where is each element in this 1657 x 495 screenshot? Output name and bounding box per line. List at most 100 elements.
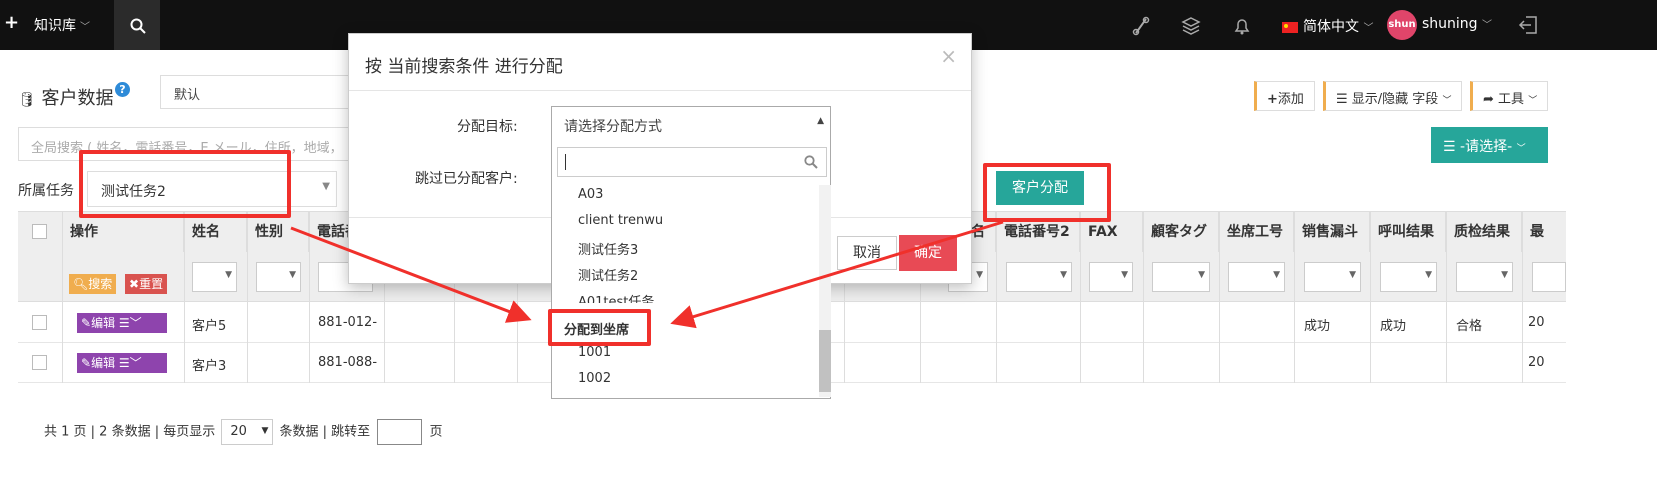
edit-label: 编辑 — [91, 356, 116, 370]
dropdown-options: A03 client trenwu 测试任务3 测试任务2 A01test任务 … — [552, 183, 818, 399]
view-selector[interactable]: 默认 — [160, 75, 360, 109]
dropdown-option[interactable]: A01test任务 — [578, 291, 654, 303]
filter-qc-result[interactable]: ▼ — [1456, 262, 1513, 292]
jump-to-page-input[interactable] — [377, 419, 423, 445]
add-label: 添加 — [1277, 92, 1304, 107]
col-header-sales-funnel[interactable]: 销售漏斗 — [1294, 212, 1370, 252]
grid-line — [309, 212, 310, 383]
col-header-qc-result[interactable]: 质检结果 — [1446, 212, 1522, 252]
cell-call-result: 成功 — [1380, 319, 1407, 334]
caret-down-icon: ▼ — [1198, 270, 1205, 280]
annotation-box-task — [79, 150, 291, 218]
plus-icon: + — [1267, 92, 1278, 107]
cell-phone: 881-088- — [318, 355, 378, 370]
col-header-customer-tag[interactable]: 顧客タグ — [1143, 212, 1219, 252]
cancel-button[interactable]: 取消 — [837, 236, 897, 270]
knowledge-base-menu[interactable]: 知识库 ﹀ — [34, 15, 90, 35]
filter-last[interactable] — [1532, 262, 1566, 292]
filter-search-button[interactable]: 🔍︎搜索 — [69, 274, 117, 294]
grid-line — [247, 212, 248, 383]
page-title-text: 客户数据 — [41, 88, 114, 109]
avatar[interactable]: shun — [1387, 10, 1417, 40]
filter-phone2[interactable]: ▼ — [1006, 262, 1072, 292]
col-header-agent-id[interactable]: 坐席工号 — [1219, 212, 1294, 252]
target-label: 分配目标: — [457, 119, 518, 135]
row-checkbox[interactable] — [32, 315, 47, 330]
search-btn-label: 搜索 — [88, 277, 113, 291]
dropdown-option[interactable]: 测试任务2 — [578, 265, 638, 284]
select-dropdown-button[interactable]: ☰ -请选择- ﹀ — [1431, 127, 1548, 163]
filter-fax[interactable]: ▼ — [1089, 262, 1133, 292]
filter-agent-id[interactable]: ▼ — [1228, 262, 1285, 292]
grid-line — [1446, 212, 1447, 383]
caret-down-icon: ▼ — [1121, 270, 1128, 280]
language-selector[interactable]: 简体中文 ﹀ — [1282, 16, 1373, 36]
dropdown-selection[interactable]: 请选择分配方式 ▲ — [552, 107, 830, 141]
grid-line — [184, 212, 185, 383]
col-header-name[interactable]: 姓名 — [184, 212, 247, 252]
cell-sales-funnel: 成功 — [1304, 319, 1331, 334]
kb-label: 知识库 — [34, 18, 76, 34]
close-icon[interactable]: × — [940, 44, 957, 68]
dropdown-search-input[interactable] — [557, 147, 827, 177]
modal-title: 按 当前搜索条件 进行分配 — [365, 57, 563, 77]
filter-reset-button[interactable]: ✖重置 — [125, 274, 168, 294]
search-button[interactable] — [114, 0, 160, 50]
page-title: 🛢 客户数据 — [18, 84, 114, 110]
pager-middle: 条数据 | 跳转至 — [279, 424, 371, 440]
language-label: 简体中文 — [1303, 19, 1359, 35]
dropdown-option[interactable]: A03 — [578, 187, 603, 202]
chevron-down-icon: ﹀ — [1528, 96, 1538, 106]
add-button[interactable]: +添加 — [1254, 81, 1315, 111]
cell-last: 20 — [1528, 315, 1545, 330]
plus-icon[interactable]: + — [4, 13, 19, 33]
show-hide-label: 显示/隐藏 字段 — [1351, 92, 1439, 107]
grid-line — [1294, 212, 1295, 383]
filter-name[interactable]: ▼ — [192, 262, 237, 292]
chevron-down-icon: ﹀ — [1516, 144, 1526, 154]
col-header-last[interactable]: 最 — [1522, 212, 1566, 252]
grid-line — [62, 212, 63, 383]
page-size-value: 20 — [230, 424, 247, 439]
row-checkbox[interactable] — [32, 355, 47, 370]
col-header-call-result[interactable]: 呼叫结果 — [1370, 212, 1446, 252]
filter-call-result[interactable]: ▼ — [1380, 262, 1437, 292]
china-flag-icon — [1282, 21, 1298, 33]
filter-gender[interactable]: ▼ — [256, 262, 301, 292]
chevron-down-icon: ﹀ — [1363, 23, 1374, 34]
page-size-selector[interactable]: 20 ▼ — [221, 419, 274, 445]
col-header-gender[interactable]: 性别 — [247, 212, 309, 252]
dropdown-option[interactable]: 1002 — [578, 371, 611, 386]
confirm-button[interactable]: 确定 — [899, 235, 957, 271]
tools-button[interactable]: ➦ 工具 ﹀ — [1470, 81, 1549, 111]
user-menu[interactable]: shuning ﹀ — [1422, 16, 1492, 32]
logout-icon[interactable] — [1518, 14, 1540, 36]
dropdown-option[interactable]: client trenwu — [578, 213, 663, 228]
dropdown-scrollbar[interactable] — [819, 185, 831, 397]
dropdown-option[interactable]: 测试任务3 — [578, 239, 638, 258]
scrollbar-thumb[interactable] — [819, 330, 831, 392]
caret-down-icon: ▼ — [1425, 270, 1432, 280]
edit-button[interactable]: ✎编辑 ☰﹀ — [77, 353, 167, 373]
right-gutter — [1566, 50, 1657, 495]
list-icon: ☰ — [1443, 139, 1456, 155]
assign-target-dropdown[interactable]: 请选择分配方式 ▲ A03 client trenwu 测试任务3 测试任务2 A… — [551, 106, 831, 399]
phone-icon[interactable] — [1131, 16, 1151, 36]
caret-down-icon: ▼ — [1273, 270, 1280, 280]
caret-down-icon: ▼ — [1060, 270, 1067, 280]
select-all-checkbox[interactable] — [32, 224, 47, 239]
filter-sales-funnel[interactable]: ▼ — [1304, 262, 1361, 292]
annotation-box-assign — [983, 163, 1111, 222]
layers-icon[interactable] — [1181, 16, 1201, 36]
chevron-down-icon: ﹀ — [1442, 96, 1452, 106]
dropdown-option[interactable]: 1001 — [578, 345, 611, 360]
show-hide-fields-button[interactable]: ☰ 显示/隐藏 字段 ﹀ — [1323, 81, 1463, 111]
caret-down-icon: ▼ — [1501, 270, 1508, 280]
edit-button[interactable]: ✎编辑 ☰﹀ — [77, 313, 167, 333]
bell-icon[interactable] — [1232, 16, 1252, 36]
edit-icon: ✎ — [81, 356, 92, 370]
caret-down-icon: ▼ — [225, 270, 232, 280]
help-icon[interactable]: ? — [115, 82, 130, 97]
close-icon: ✖ — [129, 277, 140, 291]
filter-customer-tag[interactable]: ▼ — [1152, 262, 1210, 292]
